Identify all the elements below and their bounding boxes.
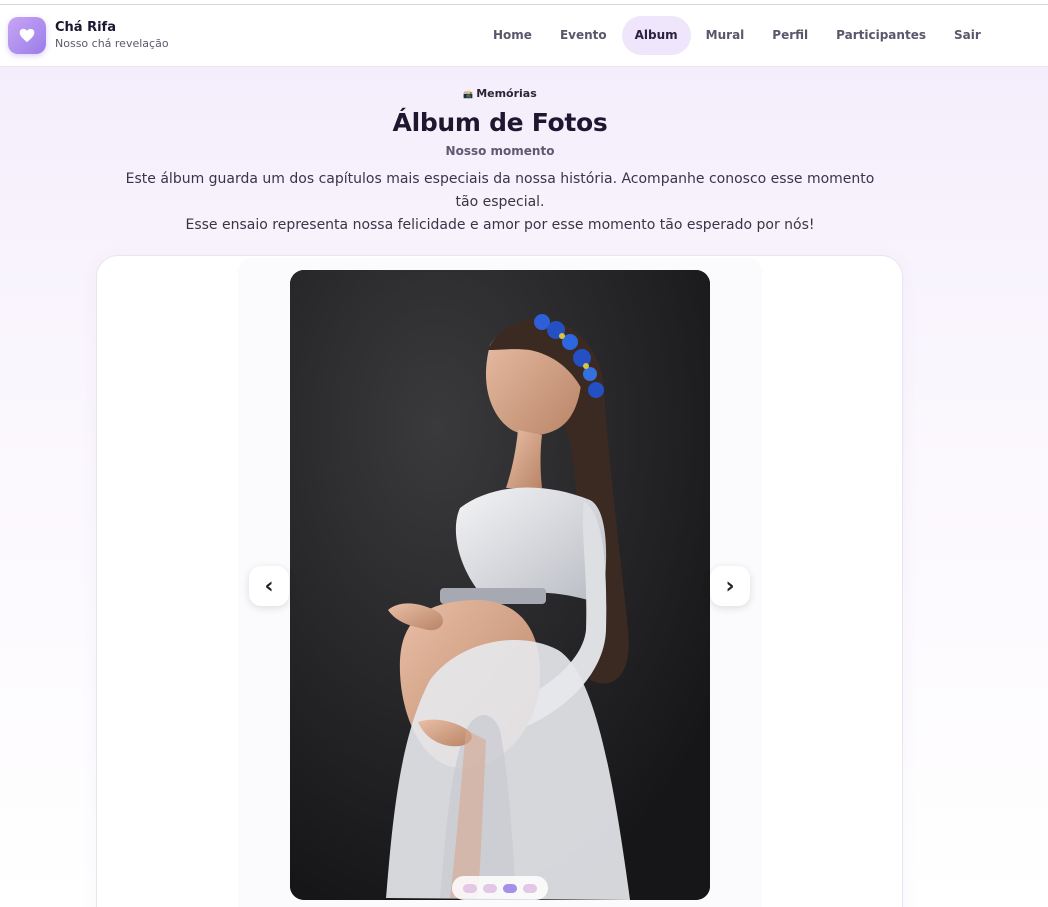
page-title: Álbum de Fotos xyxy=(392,108,608,137)
heart-icon xyxy=(8,17,46,54)
main-nav: Home Evento Album Mural Perfil Participa… xyxy=(480,16,996,55)
nav-mural[interactable]: Mural xyxy=(693,16,758,55)
carousel-dot-active[interactable] xyxy=(503,883,517,893)
carousel-dot[interactable] xyxy=(463,883,477,893)
section-kicker: 📸 Memórias xyxy=(0,86,1000,102)
carousel-indicators xyxy=(452,876,548,900)
site-header: Chá Rifa Nosso chá revelação Home Evento… xyxy=(0,5,1048,67)
nav-album[interactable]: Album xyxy=(621,16,691,55)
kicker-label: Memórias xyxy=(476,87,537,100)
camera-icon: 📸 xyxy=(463,90,474,99)
brand-subtitle: Nosso chá revelação xyxy=(55,37,169,50)
carousel-dot[interactable] xyxy=(523,883,537,893)
page-subtitle: Nosso momento xyxy=(445,144,555,158)
carousel-next-button[interactable]: › xyxy=(710,566,750,606)
album-hero: 📸 Memórias Álbum de Fotos Nosso momento E… xyxy=(0,86,1000,237)
brand[interactable]: Chá Rifa Nosso chá revelação xyxy=(8,17,169,54)
carousel-prev-button[interactable]: ‹ xyxy=(249,566,289,606)
description-line-2: Esse ensaio representa nossa felicidade … xyxy=(185,217,815,233)
album-description: Este álbum guarda um dos capítulos mais … xyxy=(120,168,880,237)
album-photo xyxy=(290,270,710,900)
nav-home[interactable]: Home xyxy=(480,16,545,55)
nav-sair[interactable]: Sair xyxy=(941,16,994,55)
nav-participantes[interactable]: Participantes xyxy=(823,16,939,55)
brand-title: Chá Rifa xyxy=(55,20,116,35)
nav-evento[interactable]: Evento xyxy=(547,16,620,55)
carousel-dot[interactable] xyxy=(483,883,497,893)
description-line-1: Este álbum guarda um dos capítulos mais … xyxy=(125,171,875,210)
nav-perfil[interactable]: Perfil xyxy=(759,16,821,55)
